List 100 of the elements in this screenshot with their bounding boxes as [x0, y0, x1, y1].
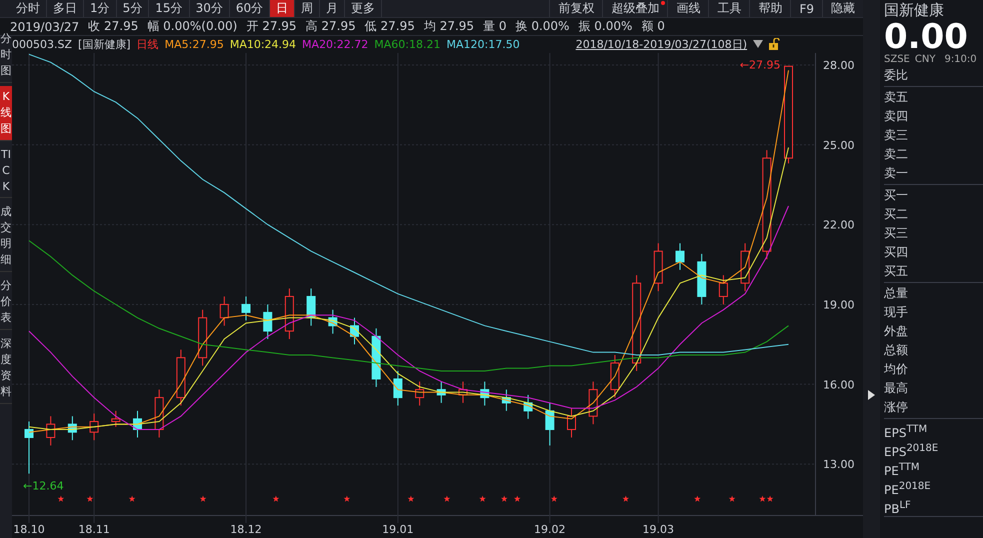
quote-row-label: 委比 [884, 67, 909, 84]
quote-row-label: 外盘 [884, 323, 909, 340]
toolbar-button[interactable]: 帮助 [749, 0, 790, 17]
candlestick [567, 408, 576, 438]
ma-legend: MA60:18.21 [374, 38, 440, 51]
candlestick [588, 381, 598, 425]
period-tab[interactable]: 15分 [149, 0, 190, 17]
quote-field: 振 0.00% [578, 18, 632, 35]
quote-field: 高 27.95 [306, 18, 356, 35]
quote-row-label: EPS$^{TTM}$ [884, 423, 928, 439]
quote-field: 幅 0.00%(0.00) [147, 18, 238, 35]
quote-row-label: PE$^{2018E}$ [884, 480, 932, 496]
expand-icon[interactable] [868, 390, 875, 400]
toolbar-button[interactable]: 画线 [667, 0, 708, 17]
date-axis-label: 19.02 [534, 522, 566, 536]
period-tab[interactable]: 更多 [345, 0, 382, 17]
view-tab[interactable]: K线图 [0, 86, 12, 141]
toolbar-button[interactable]: F9 [790, 0, 822, 17]
candlestick [718, 274, 728, 305]
quote-row-label: 卖二 [884, 146, 909, 163]
period-tab[interactable]: 月 [320, 0, 346, 17]
candlestick [133, 410, 142, 438]
ma-legend: MA20:22.72 [302, 38, 368, 51]
star-icon [200, 496, 206, 502]
quote-row-label: PE$^{TTM}$ [884, 461, 920, 477]
quote-field: 均 27.95 [424, 18, 474, 35]
date-axis-label: 18.10 [13, 522, 45, 536]
quote-row-label: 卖三 [884, 127, 909, 144]
quote-field: 低 27.95 [364, 18, 415, 35]
price-axis-label: 13.00 [823, 458, 854, 472]
stock-name: 国新健康 [884, 1, 945, 20]
view-tab[interactable]: 分价表 [0, 275, 12, 330]
candlestick [654, 242, 663, 292]
star-icon [58, 496, 64, 502]
quote-field: 换 0.00% [516, 18, 570, 35]
date-axis-label: 18.11 [78, 522, 110, 536]
candlestick [220, 296, 229, 326]
candlestick [46, 416, 56, 446]
quote-row-label: 买三 [884, 225, 909, 242]
period-tab[interactable]: 分时 [10, 0, 47, 17]
view-tab[interactable]: TICK [0, 144, 12, 198]
candlestick [740, 242, 750, 292]
candlestick [480, 381, 490, 406]
price-axis-label: 28.00 [823, 58, 854, 72]
ma-legend: MA5:27.95 [164, 38, 224, 51]
quote-row-label: 买二 [884, 206, 909, 223]
candlestick [306, 288, 316, 326]
star-icon [514, 496, 520, 502]
candlestick [68, 416, 77, 441]
toolbar-button[interactable]: 超级叠加 [602, 0, 668, 17]
view-tab[interactable]: 分时图 [0, 28, 12, 83]
candlestick [372, 328, 381, 388]
price-axis-label: 19.00 [823, 298, 854, 312]
date-range-link[interactable]: 2018/10/18-2019/03/27(108日) [576, 36, 748, 52]
view-tab[interactable]: 成交明细 [0, 201, 12, 272]
quote-row-label: 买五 [884, 263, 909, 280]
current-price: 0.00 [884, 20, 968, 54]
quote-row-label: 卖四 [884, 108, 909, 125]
candlestick [458, 381, 468, 404]
date-axis-label: 19.03 [642, 522, 674, 536]
period-tab[interactable]: 30分 [190, 0, 230, 17]
quote-field: 收 27.95 [88, 18, 138, 35]
candlestick [284, 288, 294, 340]
lock-icon[interactable] [769, 38, 780, 50]
period-tab[interactable]: 日 [270, 0, 296, 17]
stock-name: [国新健康] [78, 36, 131, 52]
candlestick [198, 309, 208, 366]
date-axis-label: 18.12 [230, 522, 262, 536]
period-tab[interactable]: 1分 [84, 0, 117, 17]
candlestick [154, 389, 164, 438]
candlestick [545, 402, 554, 446]
candlestick [524, 394, 533, 420]
quote-row-label: 卖一 [884, 165, 909, 182]
star-icon [86, 496, 94, 502]
candlestick [176, 349, 186, 406]
quote-row-label: 买一 [884, 187, 909, 204]
star-icon [444, 496, 450, 502]
candlestick [676, 242, 684, 270]
period-tab[interactable]: 多日 [47, 0, 84, 17]
candlestick [415, 381, 424, 406]
currency-label: CNY [914, 54, 936, 65]
quote-row-label: 均价 [884, 361, 909, 378]
quote-field: 量 0 [483, 18, 507, 35]
candlestick [328, 309, 338, 334]
candlestick [610, 354, 620, 398]
view-tab[interactable]: 深度资料 [0, 333, 12, 404]
period-tab[interactable]: 5分 [116, 0, 150, 17]
dropdown-icon[interactable] [753, 40, 764, 48]
candlestick [502, 389, 511, 412]
ma-legend: MA10:24.94 [230, 38, 296, 51]
star-icon [408, 496, 414, 502]
toolbar-button[interactable]: 工具 [708, 0, 750, 17]
quote-row-label: 现手 [884, 304, 909, 321]
star-icon [550, 496, 558, 502]
star-icon [622, 496, 629, 502]
period-tab[interactable]: 周 [295, 0, 320, 17]
toolbar-button[interactable]: 前复权 [549, 0, 602, 17]
star-icon [344, 496, 350, 502]
quote-row-label: 买四 [884, 244, 909, 261]
star-icon [694, 496, 701, 502]
